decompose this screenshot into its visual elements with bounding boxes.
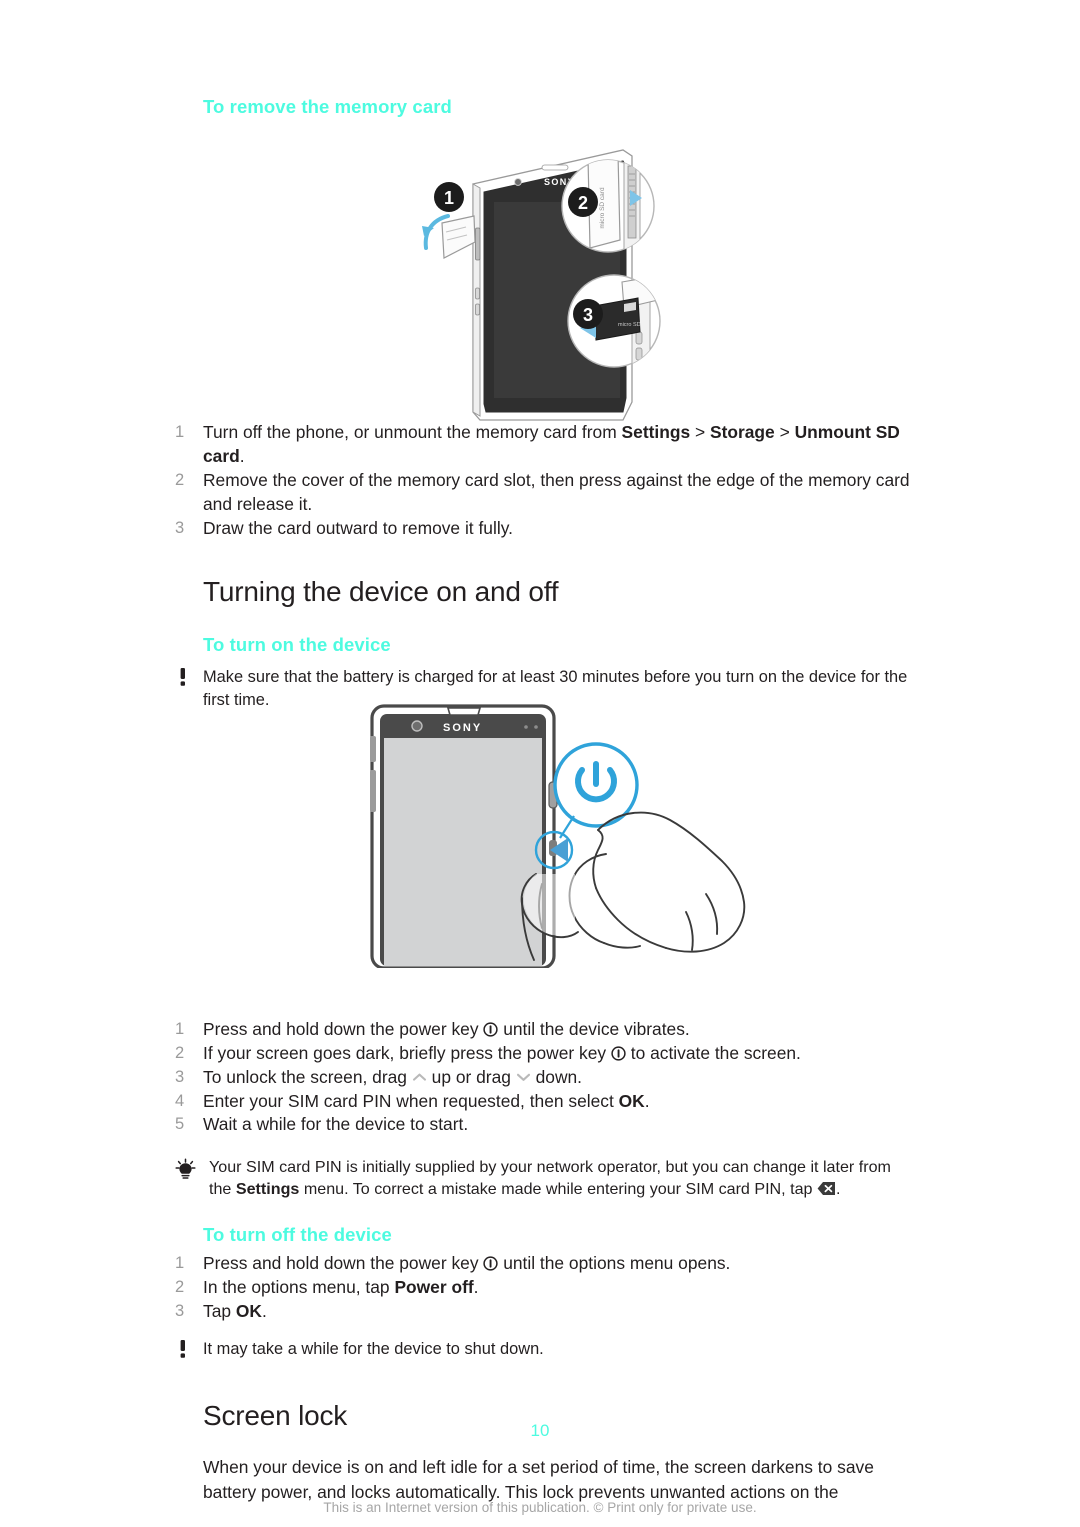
step-number: 1	[175, 1254, 185, 1273]
step-number: 3	[175, 1067, 185, 1086]
emphasis-text: Unmount SD card	[203, 422, 900, 466]
steps-turn-on-device: 1 Press and hold down the power key until…	[172, 1018, 910, 1137]
steps-turn-off-device: 1 Press and hold down the power key until…	[172, 1252, 910, 1324]
emphasis-text: Settings	[621, 422, 691, 443]
step-text: Press and hold down the power key until …	[203, 1019, 690, 1040]
steps-remove-memory-card: 1 Turn off the phone, or unmount the memo…	[172, 421, 910, 540]
emphasis-text: Storage	[709, 422, 775, 443]
note-shutdown-time: It may take a while for the device to sh…	[172, 1338, 910, 1360]
list-item-step: 5 Wait a while for the device to start.	[172, 1113, 910, 1137]
list-item-step: 2 Remove the cover of the memory card slo…	[172, 469, 910, 517]
step-number: 3	[175, 518, 185, 537]
list-item-step: 3 To unlock the screen, drag up or drag d…	[172, 1066, 910, 1090]
step-text: Draw the card outward to remove it fully…	[203, 517, 513, 538]
step-text: In the options menu, tap Power off.	[203, 1277, 479, 1298]
chevron-down-icon	[516, 1067, 531, 1081]
power-key-icon	[483, 1254, 499, 1271]
exclamation-icon	[172, 666, 196, 688]
step-number: 2	[175, 1043, 185, 1062]
step-number: 2	[175, 470, 185, 489]
step-text: To unlock the screen, drag up or drag do…	[203, 1066, 583, 1087]
step-number: 5	[175, 1115, 185, 1134]
step-number: 1	[175, 423, 185, 442]
step-text: Enter your SIM card PIN when requested, …	[203, 1090, 650, 1111]
page-number: 10	[530, 1421, 550, 1440]
step-number: 1	[175, 1020, 185, 1039]
step-number: 2	[175, 1278, 185, 1297]
exclamation-icon	[172, 1338, 196, 1360]
step-text: Tap OK.	[203, 1300, 267, 1321]
emphasis-text: OK	[618, 1090, 645, 1111]
step-text: Wait a while for the device to start.	[203, 1114, 469, 1135]
note-battery-charge: Make sure that the battery is charged fo…	[172, 666, 910, 711]
tip-sim-card-pin: Your SIM card PIN is initially supplied …	[172, 1157, 910, 1201]
list-item-step: 4 Enter your SIM card PIN when requested,…	[172, 1090, 910, 1114]
lightbulb-icon	[174, 1158, 198, 1180]
list-item-step: 2 In the options menu, tap Power off.	[172, 1276, 910, 1300]
list-item-step: 3 Draw the card outward to remove it full…	[172, 517, 910, 541]
heading-turning-the-device-on-and-off: Turning the device on and off	[203, 576, 559, 608]
chevron-up-icon	[412, 1067, 427, 1081]
power-key-icon	[611, 1044, 626, 1061]
page-content: To remove the memory card 1 Turn off the …	[172, 95, 910, 1504]
manual-page: SONY 1 micro SD card 2 micro SD 3 SONY T…	[0, 0, 1080, 1527]
heading-to-turn-on-the-device: To turn on the device	[203, 634, 391, 656]
list-item-step: 3 Tap OK.	[172, 1300, 910, 1324]
backspace-icon	[817, 1181, 836, 1196]
footer-note: This is an Internet version of this publ…	[323, 1500, 757, 1515]
step-text: Turn off the phone, or unmount the memor…	[203, 422, 900, 466]
list-item-step: 2 If your screen goes dark, briefly press…	[172, 1042, 910, 1066]
emphasis-text: OK	[235, 1300, 262, 1321]
step-number: 3	[175, 1301, 185, 1320]
step-text: If your screen goes dark, briefly press …	[203, 1042, 801, 1063]
heading-to-remove-the-memory-card: To remove the memory card	[203, 96, 452, 117]
list-item-step: 1 Press and hold down the power key until…	[172, 1018, 910, 1042]
step-number: 4	[175, 1091, 185, 1110]
step-text: Press and hold down the power key until …	[203, 1253, 731, 1274]
heading-to-turn-off-the-device: To turn off the device	[203, 1224, 392, 1246]
paragraph-screen-lock: When your device is on and left idle for…	[203, 1457, 874, 1502]
power-key-icon	[483, 1020, 499, 1037]
step-text: Remove the cover of the memory card slot…	[203, 469, 910, 514]
emphasis-text: Settings	[235, 1180, 300, 1199]
list-item-step: 1 Press and hold down the power key until…	[172, 1252, 910, 1276]
list-item-step: 1 Turn off the phone, or unmount the memo…	[172, 421, 910, 469]
emphasis-text: Power off	[394, 1277, 474, 1298]
